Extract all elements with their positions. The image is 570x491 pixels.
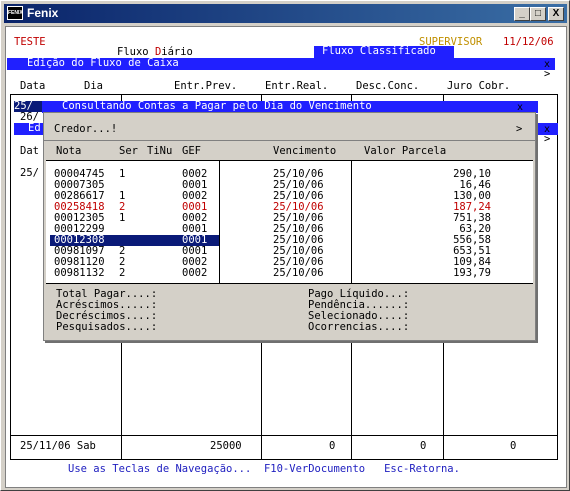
status-line: Use as Teclas de Navegação... F10-VerDoc… [68, 463, 460, 475]
edit-panel-title: Edição do Fluxo de Caixa [7, 58, 555, 70]
window-title: Fenix [27, 6, 59, 20]
credor-arrow-icon[interactable]: > [516, 124, 522, 135]
grid-line [557, 94, 558, 459]
dialog-col-ser: Ser [119, 145, 138, 157]
footer-date: 25/11/06 Sab [20, 440, 96, 452]
store-name: Loja MATRIZ [244, 36, 314, 48]
credor-divider [44, 140, 535, 141]
vencimento-cell: 25/10/06 [273, 267, 324, 279]
nota-cell: 00981132 [54, 267, 105, 279]
footer-entr-real: 0 [329, 440, 336, 452]
minimize-button[interactable]: _ [514, 7, 530, 21]
dialog-col-vencimento: Vencimento [273, 145, 337, 157]
edit-panel-scroll-icon[interactable]: > [544, 69, 550, 80]
col-entr-real: Entr.Real. [265, 80, 329, 92]
dialog-col-tinu: TiNu [147, 145, 173, 157]
maximize-button[interactable]: □ [530, 7, 546, 21]
tab-fluxo-classificado[interactable]: Fluxo Classificado [314, 46, 454, 58]
footer-divider [10, 435, 558, 436]
ser-cell: 1 [119, 168, 126, 180]
company-name: TESTE [14, 36, 46, 48]
secondary-col-data: Dat [20, 145, 39, 157]
dialog-col-nota: Nota [56, 145, 82, 157]
app-icon: FENIX [7, 6, 23, 20]
contas-pagar-dialog: Credor...! > Nota Ser TiNu GEF Venciment… [43, 112, 536, 341]
ocorrencias-label: Ocorrencias....: [308, 321, 410, 333]
footer-entr-prev: 25000 [210, 440, 242, 452]
col-dia: Dia [84, 80, 103, 92]
secondary-scroll-icon[interactable]: > [544, 134, 550, 145]
dialog-col-gef: GEF [182, 145, 201, 157]
totals-right: Pago Líquido...: Pendência......: Seleci… [308, 289, 409, 333]
pesquisados-label: Pesquisados....: [56, 321, 158, 333]
totals-left: Total Pagar....: Acréscimos.....: Decrés… [56, 289, 157, 333]
ser-cell: 2 [119, 267, 126, 279]
dialog-col-valor: Valor Parcela [364, 145, 447, 157]
valor-cell: 193,79 [453, 267, 491, 279]
title-bar[interactable]: FENIX Fenix _ □ X [4, 4, 567, 23]
header-divider [10, 94, 558, 95]
credor-label[interactable]: Credor...! [54, 124, 117, 135]
ser-cell: 1 [119, 212, 126, 224]
dialog-list: 00004745 1 0002 25/10/06 290,10 00007305 0001 2… [46, 160, 533, 284]
footer-bottom-divider [10, 459, 558, 460]
footer-juro-cobr: 0 [510, 440, 517, 452]
list-item[interactable]: 00981132 2 0002 25/10/06 193,79 [46, 268, 533, 279]
secondary-row[interactable]: 25/ [20, 168, 39, 179]
close-button[interactable]: X [548, 7, 564, 21]
col-data: Data [20, 80, 46, 92]
gef-cell: 0002 [182, 267, 208, 279]
col-juro-cobr: Juro Cobr. [447, 80, 511, 92]
current-date: 11/12/06 [503, 36, 554, 48]
grid-line [10, 94, 11, 459]
footer-desc-conc: 0 [420, 440, 427, 452]
col-desc-conc: Desc.Conc. [356, 80, 420, 92]
application-window: FENIX Fenix _ □ X TESTE Loja MATRIZ SUPE… [0, 0, 570, 491]
col-entr-prev: Entr.Prev. [174, 80, 238, 92]
